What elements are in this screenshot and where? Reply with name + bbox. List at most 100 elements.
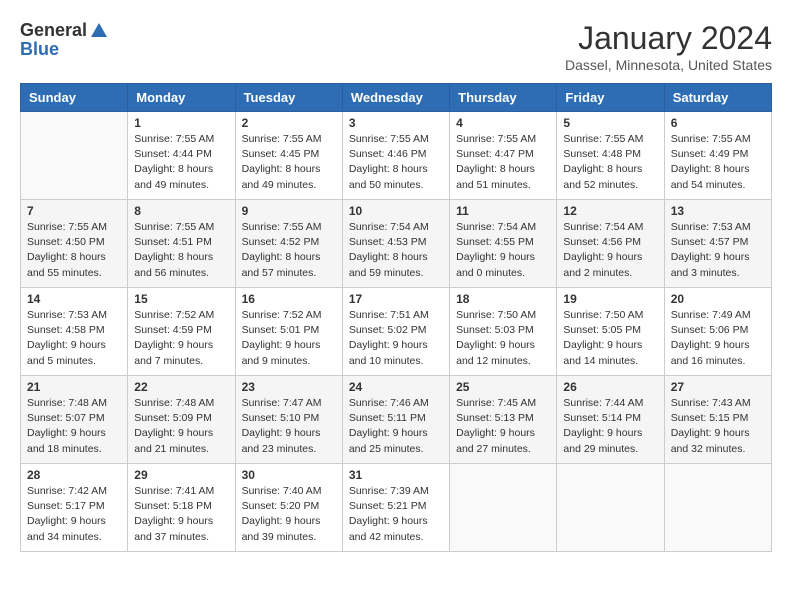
calendar-cell: 17 Sunrise: 7:51 AMSunset: 5:02 PMDayligh… xyxy=(342,288,449,376)
calendar-cell: 27 Sunrise: 7:43 AMSunset: 5:15 PMDayligh… xyxy=(664,376,771,464)
calendar-cell xyxy=(557,464,664,552)
day-info: Sunrise: 7:52 AMSunset: 5:01 PMDaylight:… xyxy=(242,308,336,369)
day-number: 19 xyxy=(563,292,657,306)
day-number: 29 xyxy=(134,468,228,482)
calendar-cell: 26Sunrise: 7:44 AMSunset: 5:14 PMDayligh… xyxy=(557,376,664,464)
calendar-cell: 16 Sunrise: 7:52 AMSunset: 5:01 PMDayligh… xyxy=(235,288,342,376)
week-row-3: 14 Sunrise: 7:53 AMSunset: 4:58 PMDayligh… xyxy=(21,288,772,376)
day-number: 24 xyxy=(349,380,443,394)
weekday-header-tuesday: Tuesday xyxy=(235,84,342,112)
day-info: Sunrise: 7:49 AMSunset: 5:06 PMDaylight:… xyxy=(671,308,765,369)
calendar-cell: 9 Sunrise: 7:55 AMSunset: 4:52 PMDaylight… xyxy=(235,200,342,288)
day-info: Sunrise: 7:55 AMSunset: 4:49 PMDaylight:… xyxy=(671,132,765,193)
day-number: 9 xyxy=(242,204,336,218)
day-number: 28 xyxy=(27,468,121,482)
calendar-cell: 29 Sunrise: 7:41 AMSunset: 5:18 PMDayligh… xyxy=(128,464,235,552)
day-info: Sunrise: 7:55 AMSunset: 4:50 PMDaylight:… xyxy=(27,220,121,281)
day-number: 3 xyxy=(349,116,443,130)
day-info: Sunrise: 7:47 AMSunset: 5:10 PMDaylight:… xyxy=(242,396,336,457)
day-info: Sunrise: 7:39 AMSunset: 5:21 PMDaylight:… xyxy=(349,484,443,545)
logo: General Blue xyxy=(20,20,109,60)
day-number: 14 xyxy=(27,292,121,306)
calendar-cell: 8 Sunrise: 7:55 AMSunset: 4:51 PMDaylight… xyxy=(128,200,235,288)
calendar-cell: 3 Sunrise: 7:55 AMSunset: 4:46 PMDaylight… xyxy=(342,112,449,200)
day-info: Sunrise: 7:53 AMSunset: 4:57 PMDaylight:… xyxy=(671,220,765,281)
calendar-title: January 2024 xyxy=(565,20,772,57)
calendar-cell: 2 Sunrise: 7:55 AMSunset: 4:45 PMDaylight… xyxy=(235,112,342,200)
day-number: 10 xyxy=(349,204,443,218)
calendar-cell: 11Sunrise: 7:54 AMSunset: 4:55 PMDayligh… xyxy=(450,200,557,288)
weekday-header-sunday: Sunday xyxy=(21,84,128,112)
calendar-table: SundayMondayTuesdayWednesdayThursdayFrid… xyxy=(20,83,772,552)
day-number: 25 xyxy=(456,380,550,394)
day-number: 30 xyxy=(242,468,336,482)
calendar-cell: 6 Sunrise: 7:55 AMSunset: 4:49 PMDaylight… xyxy=(664,112,771,200)
day-number: 13 xyxy=(671,204,765,218)
day-info: Sunrise: 7:55 AMSunset: 4:46 PMDaylight:… xyxy=(349,132,443,193)
week-row-5: 28 Sunrise: 7:42 AMSunset: 5:17 PMDayligh… xyxy=(21,464,772,552)
day-info: Sunrise: 7:50 AMSunset: 5:03 PMDaylight:… xyxy=(456,308,550,369)
calendar-cell: 20Sunrise: 7:49 AMSunset: 5:06 PMDayligh… xyxy=(664,288,771,376)
weekday-header-row: SundayMondayTuesdayWednesdayThursdayFrid… xyxy=(21,84,772,112)
week-row-4: 21Sunrise: 7:48 AMSunset: 5:07 PMDayligh… xyxy=(21,376,772,464)
day-info: Sunrise: 7:42 AMSunset: 5:17 PMDaylight:… xyxy=(27,484,121,545)
day-number: 12 xyxy=(563,204,657,218)
day-number: 21 xyxy=(27,380,121,394)
day-number: 22 xyxy=(134,380,228,394)
weekday-header-saturday: Saturday xyxy=(664,84,771,112)
day-info: Sunrise: 7:55 AMSunset: 4:48 PMDaylight:… xyxy=(563,132,657,193)
day-info: Sunrise: 7:46 AMSunset: 5:11 PMDaylight:… xyxy=(349,396,443,457)
day-number: 16 xyxy=(242,292,336,306)
calendar-cell: 12Sunrise: 7:54 AMSunset: 4:56 PMDayligh… xyxy=(557,200,664,288)
day-number: 18 xyxy=(456,292,550,306)
calendar-cell: 7 Sunrise: 7:55 AMSunset: 4:50 PMDaylight… xyxy=(21,200,128,288)
day-number: 7 xyxy=(27,204,121,218)
day-number: 23 xyxy=(242,380,336,394)
logo-icon xyxy=(89,21,109,41)
weekday-header-thursday: Thursday xyxy=(450,84,557,112)
week-row-2: 7 Sunrise: 7:55 AMSunset: 4:50 PMDaylight… xyxy=(21,200,772,288)
weekday-header-wednesday: Wednesday xyxy=(342,84,449,112)
day-info: Sunrise: 7:53 AMSunset: 4:58 PMDaylight:… xyxy=(27,308,121,369)
week-row-1: 1Sunrise: 7:55 AMSunset: 4:44 PMDaylight… xyxy=(21,112,772,200)
day-info: Sunrise: 7:41 AMSunset: 5:18 PMDaylight:… xyxy=(134,484,228,545)
day-info: Sunrise: 7:45 AMSunset: 5:13 PMDaylight:… xyxy=(456,396,550,457)
logo-blue-text: Blue xyxy=(20,39,59,60)
day-info: Sunrise: 7:55 AMSunset: 4:51 PMDaylight:… xyxy=(134,220,228,281)
day-number: 5 xyxy=(563,116,657,130)
calendar-cell: 30 Sunrise: 7:40 AMSunset: 5:20 PMDayligh… xyxy=(235,464,342,552)
weekday-header-friday: Friday xyxy=(557,84,664,112)
day-number: 2 xyxy=(242,116,336,130)
day-number: 6 xyxy=(671,116,765,130)
day-info: Sunrise: 7:40 AMSunset: 5:20 PMDaylight:… xyxy=(242,484,336,545)
day-info: Sunrise: 7:43 AMSunset: 5:15 PMDaylight:… xyxy=(671,396,765,457)
calendar-cell: 22 Sunrise: 7:48 AMSunset: 5:09 PMDayligh… xyxy=(128,376,235,464)
day-info: Sunrise: 7:55 AMSunset: 4:47 PMDaylight:… xyxy=(456,132,550,193)
day-number: 1 xyxy=(134,116,228,130)
day-info: Sunrise: 7:55 AMSunset: 4:52 PMDaylight:… xyxy=(242,220,336,281)
calendar-cell: 1Sunrise: 7:55 AMSunset: 4:44 PMDaylight… xyxy=(128,112,235,200)
day-info: Sunrise: 7:51 AMSunset: 5:02 PMDaylight:… xyxy=(349,308,443,369)
day-number: 26 xyxy=(563,380,657,394)
day-number: 27 xyxy=(671,380,765,394)
calendar-cell: 14 Sunrise: 7:53 AMSunset: 4:58 PMDayligh… xyxy=(21,288,128,376)
day-number: 31 xyxy=(349,468,443,482)
day-info: Sunrise: 7:48 AMSunset: 5:09 PMDaylight:… xyxy=(134,396,228,457)
calendar-cell: 10 Sunrise: 7:54 AMSunset: 4:53 PMDayligh… xyxy=(342,200,449,288)
day-info: Sunrise: 7:55 AMSunset: 4:45 PMDaylight:… xyxy=(242,132,336,193)
calendar-cell: 4 Sunrise: 7:55 AMSunset: 4:47 PMDaylight… xyxy=(450,112,557,200)
calendar-cell: 28 Sunrise: 7:42 AMSunset: 5:17 PMDayligh… xyxy=(21,464,128,552)
calendar-cell: 25 Sunrise: 7:45 AMSunset: 5:13 PMDayligh… xyxy=(450,376,557,464)
day-number: 8 xyxy=(134,204,228,218)
day-number: 17 xyxy=(349,292,443,306)
calendar-cell xyxy=(450,464,557,552)
day-info: Sunrise: 7:50 AMSunset: 5:05 PMDaylight:… xyxy=(563,308,657,369)
day-number: 4 xyxy=(456,116,550,130)
calendar-cell: 23 Sunrise: 7:47 AMSunset: 5:10 PMDayligh… xyxy=(235,376,342,464)
day-info: Sunrise: 7:54 AMSunset: 4:53 PMDaylight:… xyxy=(349,220,443,281)
title-area: January 2024 Dassel, Minnesota, United S… xyxy=(565,20,772,73)
weekday-header-monday: Monday xyxy=(128,84,235,112)
day-info: Sunrise: 7:54 AMSunset: 4:55 PMDaylight:… xyxy=(456,220,550,281)
calendar-cell: 31 Sunrise: 7:39 AMSunset: 5:21 PMDayligh… xyxy=(342,464,449,552)
calendar-cell: 18 Sunrise: 7:50 AMSunset: 5:03 PMDayligh… xyxy=(450,288,557,376)
